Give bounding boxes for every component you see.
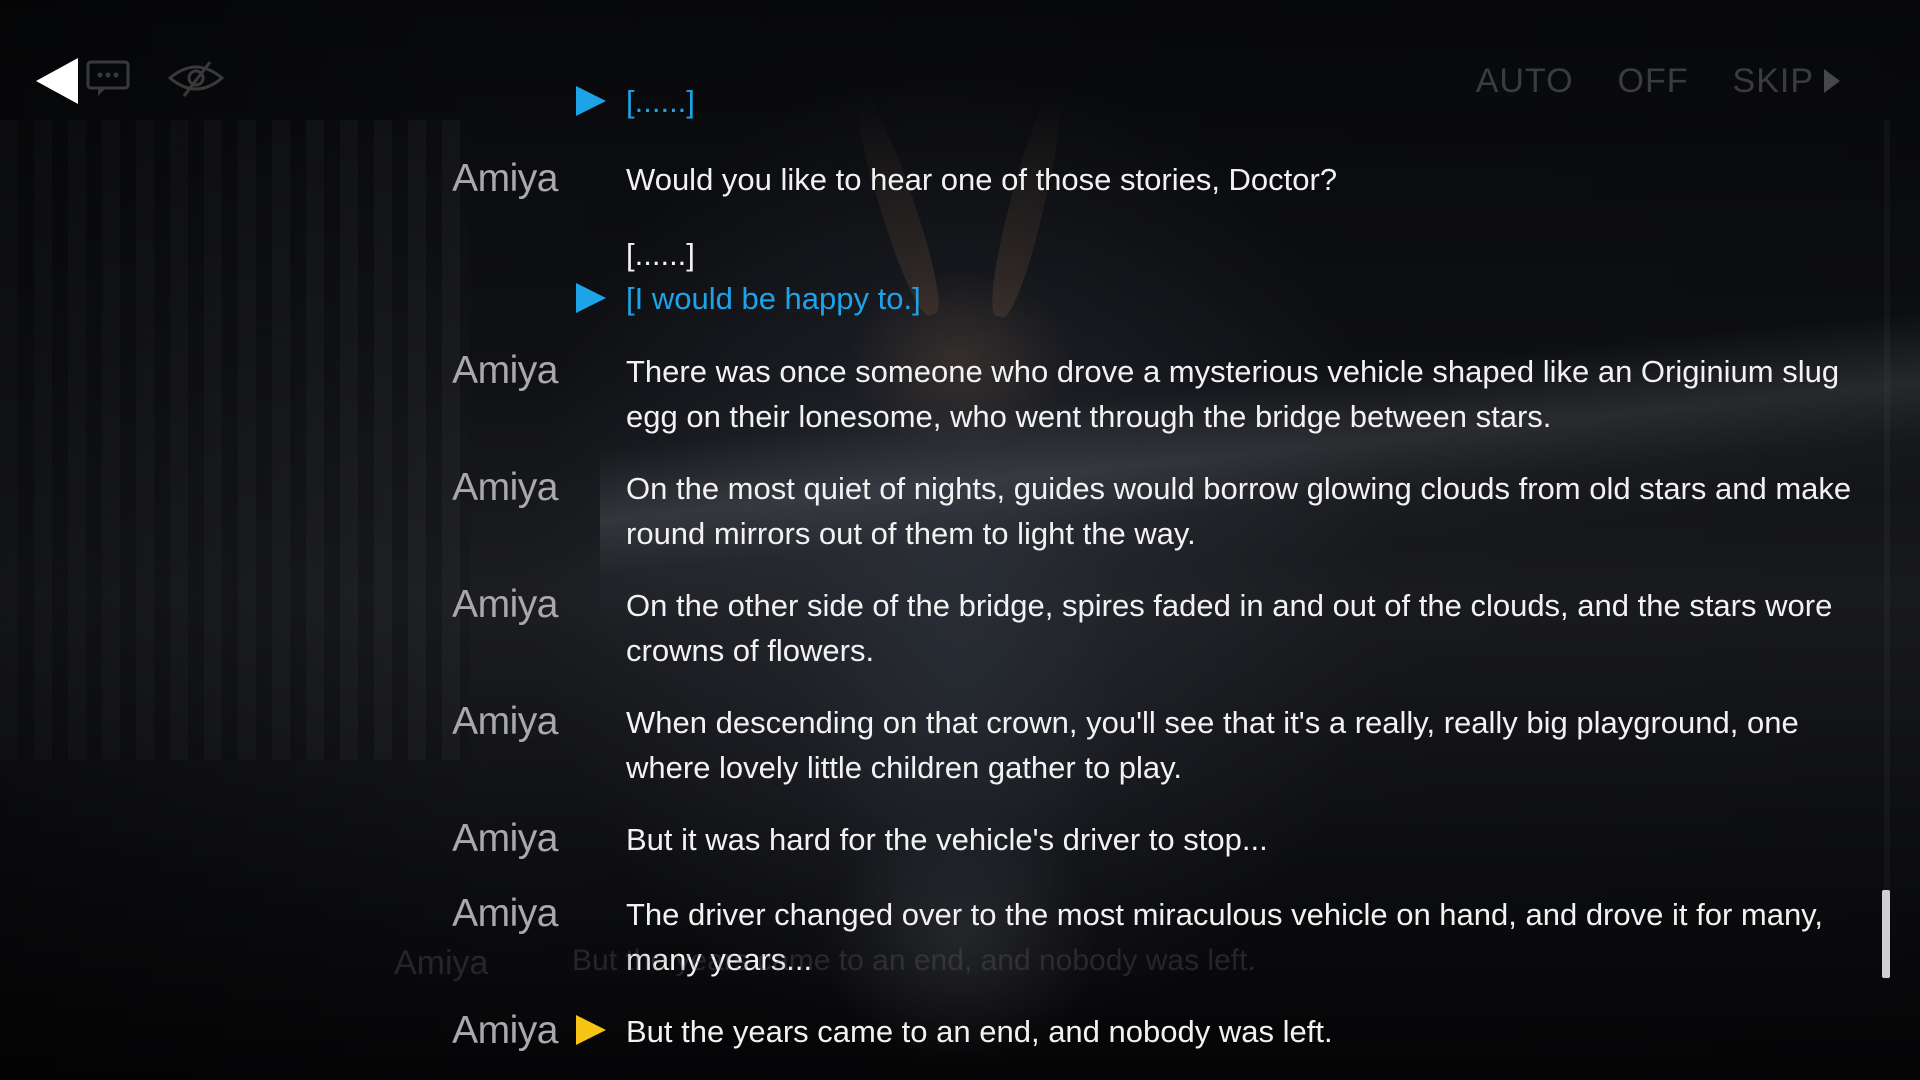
log-text: Would you like to hear one of those stor… (626, 162, 1338, 197)
log-text: [......] (626, 237, 695, 272)
scrollbar-track[interactable] (1884, 120, 1890, 980)
ghost-speaker: Amiya (394, 944, 489, 982)
dialogue-log-icon (84, 58, 132, 98)
speaker-name: Amiya (452, 817, 558, 860)
speaker-name: Amiya (452, 157, 558, 200)
log-text: [I would be happy to.] (626, 281, 921, 316)
story-log-screen: , , AUTO OFF SKIP [......] Amiya Would y… (0, 0, 1920, 1080)
log-text: But it was hard for the vehicle's driver… (626, 822, 1268, 857)
speaker-name: Amiya (452, 466, 558, 509)
scrollbar-thumb[interactable] (1882, 890, 1890, 978)
log-text: When descending on that crown, you'll se… (626, 705, 1799, 785)
log-text: On the other side of the bridge, spires … (626, 588, 1833, 668)
log-text: [......] (626, 84, 695, 119)
speaker-name: Amiya (452, 349, 558, 392)
choice-marker-icon (576, 283, 606, 313)
back-arrow-icon (36, 58, 78, 104)
current-line-marker-icon (576, 1015, 606, 1045)
speaker-name: Amiya (452, 892, 558, 935)
choice-marker-icon (576, 86, 606, 116)
speaker-name: Amiya (452, 700, 558, 743)
log-text: But the years came to an end, and nobody… (626, 1014, 1333, 1049)
scrolled-off-text: , , (626, 7, 652, 30)
speaker-name: Amiya (452, 1009, 558, 1052)
hide-ui-eye-icon[interactable] (166, 56, 226, 100)
speaker-name: Amiya (452, 583, 558, 626)
log-text: On the most quiet of nights, guides woul… (626, 471, 1852, 551)
ghost-text: But the years came to an end, and nobody… (572, 944, 1256, 977)
back-button[interactable] (34, 56, 84, 106)
log-text: There was once someone who drove a myste… (626, 354, 1840, 434)
